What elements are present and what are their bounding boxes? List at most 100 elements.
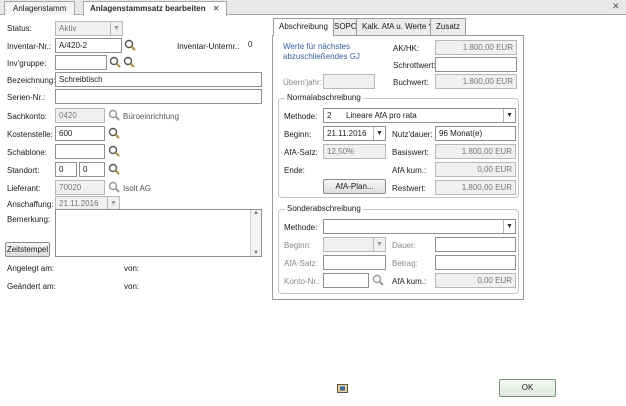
search-icon[interactable]	[108, 145, 120, 157]
bezeichnung-label: Bezeichnung:	[7, 76, 56, 85]
basiswert-input[interactable]: 1.800,00 EUR	[435, 144, 516, 159]
sachkonto-description: Büroeinrichtung	[123, 112, 180, 121]
search-icon[interactable]	[108, 127, 120, 139]
serien-nr-input[interactable]	[55, 89, 262, 104]
sonder-afa-kum-input[interactable]: 0,00 EUR	[435, 273, 516, 288]
uebernjahr-input[interactable]	[323, 74, 375, 89]
sonder-afa-kum-label: AfA kum.:	[392, 277, 427, 286]
abschreibung-page: Werte für nächstes abzuschließendes GJ A…	[272, 35, 524, 300]
lieferant-input[interactable]: 70020	[55, 180, 105, 195]
lieferant-value: 70020	[59, 183, 82, 192]
nutzdauer-value: 96 Monat(e)	[439, 129, 483, 138]
sonder-dauer-label: Dauer:	[392, 241, 417, 250]
bezeichnung-input[interactable]: Schreibtisch	[55, 72, 262, 87]
zeitstempel-button[interactable]: Zeitstempel	[5, 242, 50, 257]
window-close-icon[interactable]: ✕	[612, 1, 620, 12]
afa-kum-label: AfA kum.:	[392, 166, 427, 175]
sonder-beginn-label: Beginn:	[284, 241, 312, 250]
sonder-konto-nr-input[interactable]	[323, 273, 369, 288]
nutzdauer-input[interactable]: 96 Monat(e)	[435, 126, 516, 141]
afa-kum-input[interactable]: 0,00 EUR	[435, 162, 516, 177]
beginn-value: 21.11.2016	[327, 129, 367, 138]
schrottwert-input[interactable]	[435, 57, 517, 72]
tab-anlagenstamm-label: Anlagenstamm	[13, 4, 67, 13]
lieferant-label: Lieferant:	[7, 184, 41, 193]
sonder-konto-nr-label: Konto-Nr.:	[284, 277, 321, 286]
status-label: Status:	[7, 24, 32, 33]
folder-image-icon[interactable]	[337, 382, 348, 393]
inventar-nr-value: A/420-2	[59, 41, 88, 50]
schablone-input[interactable]	[55, 144, 105, 159]
chevron-down-icon[interactable]: ▼	[110, 22, 122, 35]
chevron-down-icon[interactable]: ▼	[503, 220, 515, 233]
afa-plan-button[interactable]: AfA-Plan...	[323, 179, 386, 194]
sonder-betrag-input[interactable]	[435, 255, 516, 270]
geaendert-von-label: von:	[124, 282, 140, 291]
sonder-afa-satz-input[interactable]	[323, 255, 386, 270]
lieferant-description: Isolt AG	[123, 184, 152, 193]
methode-select[interactable]: 2 Lineare AfA pro rata ▼	[323, 108, 516, 123]
close-icon[interactable]: ✕	[213, 4, 220, 13]
ak-hk-input[interactable]: 1.800,00 EUR	[435, 40, 517, 55]
sonder-dauer-input[interactable]	[435, 237, 516, 252]
standort-value-2: 0	[83, 165, 88, 174]
chevron-down-icon[interactable]: ▼	[373, 238, 385, 251]
sonder-methode-label: Methode:	[284, 223, 318, 232]
basiswert-value: 1.800,00 EUR	[461, 147, 512, 156]
schablone-label: Schablone:	[7, 148, 48, 157]
bemerkung-scrollbar[interactable]: ▲ ▼	[250, 210, 261, 256]
sonder-methode-select[interactable]: ▼	[323, 219, 516, 234]
ak-hk-value: 1.800,00 EUR	[462, 43, 513, 52]
sonderabschreibung-title: Sonderabschreibung	[285, 204, 363, 213]
beginn-date-select[interactable]: 21.11.2016 ▼	[323, 126, 386, 141]
tab-zusatz[interactable]: Zusatz	[430, 18, 467, 35]
search-icon[interactable]	[108, 109, 120, 121]
ok-button[interactable]: OK	[499, 379, 556, 397]
methode-value: Lineare AfA pro rata	[346, 111, 417, 120]
werte-info-text: Werte für nächstes abzuschließendes GJ	[283, 42, 360, 61]
tab-anlagenstamm[interactable]: Anlagenstamm	[4, 1, 76, 15]
anschaffung-label: Anschaffung:	[7, 200, 54, 209]
search-icon[interactable]	[123, 56, 135, 68]
tab-anlagenstammsatz-bearbeiten[interactable]: Anlagenstammsatz bearbeiten ✕	[83, 1, 227, 16]
search-icon[interactable]	[108, 163, 120, 175]
kostenstelle-label: Kostenstelle:	[7, 130, 53, 139]
inv-gruppe-input[interactable]	[55, 55, 107, 70]
search-icon[interactable]	[372, 274, 384, 286]
standort-label: Standort:	[7, 166, 40, 175]
sonder-beginn-date-select[interactable]: ▼	[323, 237, 386, 252]
search-icon[interactable]	[124, 39, 136, 51]
inventar-nr-input[interactable]: A/420-2	[55, 38, 122, 53]
normalabschreibung-title: Normalabschreibung	[285, 93, 363, 102]
status-value: Aktiv	[59, 24, 77, 33]
sachkonto-value: 0420	[59, 111, 77, 120]
anschaffung-value: 21.11.2016	[59, 199, 99, 208]
kostenstelle-value: 600	[59, 129, 73, 138]
basiswert-label: Basiswert:	[392, 148, 429, 157]
status-select[interactable]: Aktiv ▼	[55, 21, 123, 36]
afa-kum-value: 0,00 EUR	[477, 165, 512, 174]
standort-input-2[interactable]: 0	[79, 162, 105, 177]
buchwert-input[interactable]: 1.800,00 EUR	[435, 74, 517, 89]
right-tab-panel: Abschreibung SOPO Kalk. AfA u. Werte * Z…	[272, 18, 524, 300]
inventar-nr-label: Inventar-Nr.:	[7, 42, 52, 51]
sachkonto-label: Sachkonto:	[7, 112, 48, 121]
bemerkung-label: Bemerkung:	[7, 215, 51, 224]
scroll-down-icon[interactable]: ▼	[251, 250, 261, 256]
sachkonto-input[interactable]: 0420	[55, 108, 105, 123]
normalabschreibung-group: Normalabschreibung Methode: 2 Lineare Af…	[278, 93, 519, 198]
tab-kalk-afa[interactable]: Kalk. AfA u. Werte *	[356, 18, 438, 35]
kostenstelle-input[interactable]: 600	[55, 126, 105, 141]
uebernjahr-label: Übern'jahr:	[283, 78, 322, 87]
bemerkung-textarea[interactable]: ▲ ▼	[55, 209, 262, 257]
chevron-down-icon[interactable]: ▼	[373, 127, 385, 140]
chevron-down-icon[interactable]: ▼	[503, 109, 515, 122]
search-icon[interactable]	[108, 181, 120, 193]
afa-satz-input[interactable]: 12,50%	[323, 144, 386, 159]
restwert-input[interactable]: 1.800,00 EUR	[435, 180, 516, 195]
search-icon[interactable]	[109, 56, 121, 68]
tab-abschreibung[interactable]: Abschreibung	[273, 18, 334, 36]
standort-input-1[interactable]: 0	[55, 162, 77, 177]
restwert-label: Restwert:	[392, 184, 426, 193]
scroll-up-icon[interactable]: ▲	[251, 210, 261, 216]
